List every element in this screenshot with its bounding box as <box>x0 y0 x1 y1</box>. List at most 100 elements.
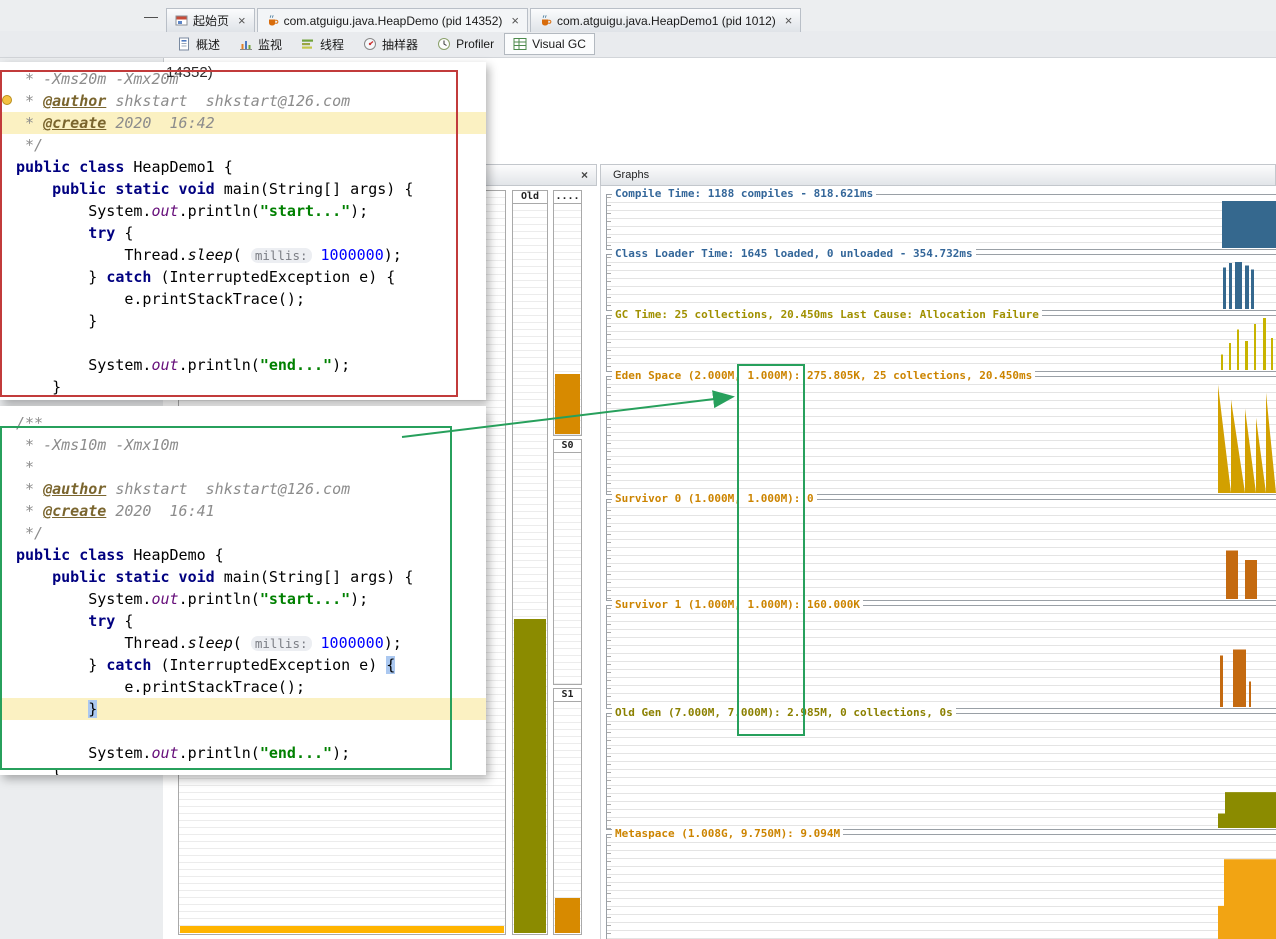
space-eden: .... <box>553 190 582 436</box>
graph-section-title: Compile Time: 1188 compiles - 818.621ms <box>612 187 876 200</box>
code-line: * @create 2020 16:41 <box>0 500 486 522</box>
toolbar-button-threads[interactable]: 线程 <box>292 32 353 57</box>
graph-section-survivor-1: Survivor 1 (1.000M, 1.000M): 160.000K <box>606 605 1276 709</box>
code-line: public static void main(String[] args) { <box>0 566 486 588</box>
code-line: * @author shkstart shkstart@126.com <box>0 478 486 500</box>
code-line: */ <box>0 134 486 156</box>
graphs-panel-title: Graphs <box>613 169 649 181</box>
code-line: Thread.sleep( millis: 1000000); <box>0 632 486 654</box>
tab-close-icon[interactable]: × <box>511 14 519 27</box>
monitor-icon <box>239 37 253 51</box>
graph-section-title: Eden Space (2.000M, 1.000M): 275.805K, 2… <box>612 369 1035 382</box>
graphs-panel: Compile Time: 1188 compiles - 818.621msC… <box>600 186 1276 939</box>
graph-ticks <box>607 318 611 371</box>
code-line: } <box>0 698 486 720</box>
metaspace-fill-bar <box>180 926 504 933</box>
toolbar-button-visualgc[interactable]: Visual GC <box>504 33 595 55</box>
space-old-label: Old <box>513 191 547 204</box>
code-line: * -Xms20m -Xmx20m <box>0 68 486 90</box>
toolbar-button-label: Profiler <box>456 37 494 51</box>
tab-heapdemo-14352[interactable]: com.atguigu.java.HeapDemo (pid 14352) × <box>257 8 528 32</box>
code-editor-heapdemo: /** * -Xms10m -Xmx10m * * @author shksta… <box>0 406 486 775</box>
graph-ticks <box>607 197 611 249</box>
graphs-sections: Compile Time: 1188 compiles - 818.621msC… <box>601 194 1276 939</box>
compile-time-chart <box>1218 197 1276 248</box>
graph-plot-area <box>607 195 1276 249</box>
tab-close-icon[interactable]: × <box>785 14 793 27</box>
graph-section-metaspace: Metaspace (1.008G, 9.750M): 9.094M <box>606 834 1276 939</box>
toolbar-button-label: Visual GC <box>532 37 586 51</box>
code-line: /** <box>0 412 486 434</box>
overview-icon <box>177 37 191 51</box>
graph-plot-area <box>607 500 1276 600</box>
tab-bar: 起始页×com.atguigu.java.HeapDemo (pid 14352… <box>166 8 803 32</box>
code-popup-2[interactable]: /** * -Xms10m -Xmx10m * * @author shksta… <box>0 406 486 775</box>
graph-section-eden-space: Eden Space (2.000M, 1.000M): 275.805K, 2… <box>606 376 1276 495</box>
java-icon <box>539 14 552 27</box>
code-popup-1[interactable]: * -Xms20m -Xmx20m * @author shkstart shk… <box>0 62 486 400</box>
code-line <box>0 332 486 354</box>
window-chrome: — 起始页×com.atguigu.java.HeapDemo (pid 143… <box>0 0 1276 31</box>
eden-fill-bar <box>555 374 580 434</box>
code-line: public class HeapDemo1 { <box>0 156 486 178</box>
graph-ticks <box>607 257 611 310</box>
toolbar-button-label: 线程 <box>320 36 344 53</box>
graph-plot-area <box>607 714 1276 829</box>
code-line: * @author shkstart shkstart@126.com <box>0 90 486 112</box>
tab-heapdemo1-1012[interactable]: com.atguigu.java.HeapDemo1 (pid 1012)× <box>530 8 801 32</box>
graph-section-title: Survivor 1 (1.000M, 1.000M): 160.000K <box>612 598 863 611</box>
graph-section-compile-time: Compile Time: 1188 compiles - 818.621ms <box>606 194 1276 250</box>
old-gen-chart <box>1218 716 1276 828</box>
space-plot-area <box>513 204 547 934</box>
code-line: } <box>0 398 486 400</box>
code-line: try { <box>0 222 486 244</box>
intention-bulb-icon[interactable] <box>2 95 12 105</box>
space-plot-area <box>554 453 581 684</box>
code-line: public static void main(String[] args) { <box>0 178 486 200</box>
code-line <box>0 720 486 742</box>
code-line: * <box>0 456 486 478</box>
graph-section-survivor-0: Survivor 0 (1.000M, 1.000M): 0 <box>606 499 1276 601</box>
graph-section-title: Class Loader Time: 1645 loaded, 0 unload… <box>612 247 976 260</box>
spaces-panel-close-icon[interactable]: × <box>581 168 588 182</box>
graph-section-title: Metaspace (1.008G, 9.750M): 9.094M <box>612 827 843 840</box>
view-toolbar: 概述监视 线程 抽样器 Profiler Visual GC <box>168 31 596 57</box>
code-line: */ <box>0 522 486 544</box>
space-plot-area <box>554 204 581 435</box>
graph-section-class-loader-time: Class Loader Time: 1645 loaded, 0 unload… <box>606 254 1276 311</box>
survivor-1-chart <box>1218 608 1276 707</box>
graph-section-title: Survivor 0 (1.000M, 1.000M): 0 <box>612 492 817 505</box>
survivor-0-chart <box>1218 502 1276 599</box>
graph-plot-area <box>607 835 1276 939</box>
start-page-icon <box>175 14 188 27</box>
toolbar-button-profiler[interactable]: Profiler <box>428 33 503 55</box>
graph-ticks <box>607 716 611 829</box>
code-line: * -Xms10m -Xmx10m <box>0 434 486 456</box>
graph-section-title: Old Gen (7.000M, 7.000M): 2.985M, 0 coll… <box>612 706 956 719</box>
window-minimize-button[interactable]: — <box>139 8 163 26</box>
graph-section-title: GC Time: 25 collections, 20.450ms Last C… <box>612 308 1042 321</box>
code-line: } catch (InterruptedException e) { <box>0 654 486 676</box>
code-line: try { <box>0 610 486 632</box>
tab-start-page[interactable]: 起始页 × <box>166 8 255 32</box>
toolbar-button-sampler[interactable]: 抽样器 <box>354 32 427 57</box>
code-line: * @create 2020 16:42 <box>0 112 486 134</box>
space-eden-label: .... <box>554 191 581 204</box>
code-line: public class HeapDemo { <box>0 544 486 566</box>
profiler-icon <box>437 37 451 51</box>
tab-close-icon[interactable]: × <box>238 14 246 27</box>
java-icon <box>266 14 279 27</box>
space-survivor0: S0 <box>553 439 582 685</box>
gc-time-chart <box>1218 318 1276 370</box>
space-old: Old <box>512 190 548 935</box>
young-gen-column: .... S0 S1 <box>553 190 582 935</box>
toolbar-button-monitor[interactable]: 监视 <box>230 32 291 57</box>
toolbar-button-overview[interactable]: 概述 <box>168 32 229 57</box>
code-line: e.printStackTrace(); <box>0 676 486 698</box>
tab-label: com.atguigu.java.HeapDemo (pid 14352) <box>284 14 503 28</box>
space-survivor1: S1 <box>553 688 582 935</box>
tab-label: 起始页 <box>193 12 229 29</box>
space-plot-area <box>554 702 581 934</box>
toolbar-button-label: 抽样器 <box>382 36 418 53</box>
graph-plot-area <box>607 377 1276 494</box>
